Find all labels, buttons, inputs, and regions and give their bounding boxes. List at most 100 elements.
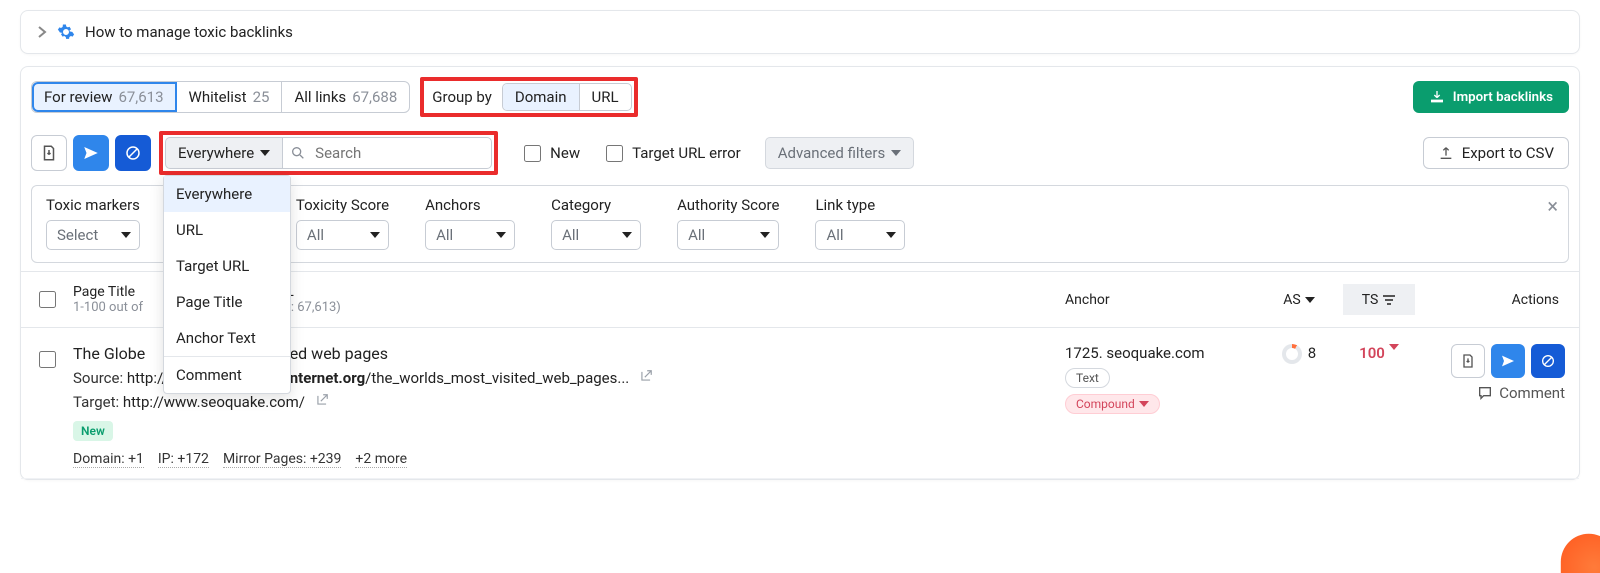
main-card: For review 67,613 Whitelist 25 All links… [20, 66, 1580, 480]
chat-bubble-icon[interactable] [1561, 534, 1600, 573]
filter-authority-label: Authority Score [677, 196, 779, 214]
tab-for-review-count: 67,613 [118, 88, 163, 106]
filter-toxic-markers-select[interactable]: Select [46, 220, 140, 250]
import-backlinks-button[interactable]: Import backlinks [1413, 81, 1569, 113]
filter-anchors-select[interactable]: All [425, 220, 515, 250]
row-export-icon[interactable] [1451, 344, 1485, 378]
howto-title: How to manage toxic backlinks [85, 23, 293, 41]
export-list-icon[interactable] [31, 135, 67, 171]
stat-more[interactable]: +2 more [355, 451, 407, 468]
search-scope-button[interactable]: Everywhere [165, 137, 282, 169]
close-icon[interactable]: × [1547, 194, 1558, 218]
send-icon[interactable] [73, 135, 109, 171]
tab-whitelist[interactable]: Whitelist 25 [177, 82, 283, 112]
filter-authority-select[interactable]: All [677, 220, 779, 250]
scope-option-target-url[interactable]: Target URL [164, 248, 290, 284]
checkbox-target-error[interactable]: Target URL error [602, 142, 741, 165]
ts-value: 100 [1359, 344, 1385, 362]
filter-toxicity-label: Toxicity Score [296, 196, 389, 214]
search-input[interactable] [282, 137, 492, 169]
checkbox-target-error-input[interactable] [606, 145, 623, 162]
as-value: 8 [1308, 344, 1316, 362]
block-icon[interactable] [115, 135, 151, 171]
anchor-type-pill: Text [1065, 368, 1110, 388]
filter-category: Category All [551, 196, 641, 250]
highlight-group-by: Group by Domain URL [420, 77, 637, 117]
search-scope-dropdown: Everywhere URL Target URL Page Title Anc… [163, 175, 291, 394]
tab-for-review-label: For review [44, 88, 112, 106]
tab-all-links-label: All links [294, 88, 346, 106]
scope-option-everywhere[interactable]: Everywhere [164, 176, 290, 212]
row-block-icon[interactable] [1531, 344, 1565, 378]
group-by-segmented: Domain URL [502, 83, 632, 111]
tab-for-review[interactable]: For review 67,613 [32, 82, 177, 112]
filter-category-select[interactable]: All [551, 220, 641, 250]
filter-toxic-markers-label: Toxic markers [46, 196, 140, 214]
export-csv-button[interactable]: Export to CSV [1423, 137, 1569, 169]
external-link-icon[interactable] [315, 393, 329, 407]
sort-icon [1382, 294, 1396, 306]
th-actions: Actions [1415, 292, 1565, 308]
external-link-icon[interactable] [639, 369, 653, 383]
advanced-filters-button[interactable]: Advanced filters [765, 137, 914, 169]
group-by-label: Group by [432, 88, 492, 106]
group-by-domain[interactable]: Domain [503, 84, 580, 110]
checkbox-target-error-label: Target URL error [632, 144, 741, 162]
chevron-right-icon[interactable] [37, 26, 47, 38]
row-send-icon[interactable] [1491, 344, 1525, 378]
filter-link-type-select[interactable]: All [815, 220, 905, 250]
filter-toxicity-select[interactable]: All [296, 220, 389, 250]
howto-card: How to manage toxic backlinks [20, 10, 1580, 54]
filter-toxic-markers: Toxic markers Select [46, 196, 140, 250]
highlight-search: Everywhere Everywhere URL Target URL [159, 131, 498, 175]
chevron-down-icon [260, 150, 270, 156]
export-csv-label: Export to CSV [1462, 144, 1554, 162]
gear-icon [57, 23, 75, 41]
th-as[interactable]: AS [1255, 292, 1343, 308]
tab-all-links-count: 67,688 [352, 88, 397, 106]
anchor-compound-pill[interactable]: Compound [1065, 394, 1160, 414]
scope-option-page-title[interactable]: Page Title [164, 284, 290, 320]
filter-link-type-label: Link type [815, 196, 905, 214]
stat-ip[interactable]: IP: +172 [158, 451, 209, 468]
target-link[interactable]: http://www.seoquake.com/ [123, 393, 305, 411]
filter-anchors-label: Anchors [425, 196, 515, 214]
view-tabs: For review 67,613 Whitelist 25 All links… [31, 81, 410, 113]
chevron-down-icon [891, 150, 901, 156]
filter-authority: Authority Score All [677, 196, 779, 250]
comment-link[interactable]: Comment [1477, 384, 1565, 402]
tab-whitelist-count: 25 [253, 88, 270, 106]
th-anchor: Anchor [1065, 292, 1255, 308]
checkbox-new-input[interactable] [524, 145, 541, 162]
scope-option-anchor-text[interactable]: Anchor Text [164, 320, 290, 356]
advanced-filters-label: Advanced filters [778, 144, 885, 162]
group-by-url[interactable]: URL [580, 84, 631, 110]
tab-all-links[interactable]: All links 67,688 [282, 82, 409, 112]
row-checkbox[interactable] [39, 351, 56, 368]
th-ts[interactable]: TS [1343, 284, 1415, 315]
search-scope-label: Everywhere [178, 144, 254, 162]
row-title: The Globe [73, 344, 145, 363]
target-label: Target: [73, 393, 119, 411]
import-label: Import backlinks [1453, 90, 1553, 105]
source-label: Source: [73, 369, 123, 387]
filter-anchors: Anchors All [425, 196, 515, 250]
stat-domain[interactable]: Domain: +1 [73, 451, 144, 468]
filter-category-label: Category [551, 196, 641, 214]
checkbox-new[interactable]: New [520, 142, 580, 165]
select-all-checkbox[interactable] [39, 291, 56, 308]
chevron-down-icon[interactable] [1389, 344, 1399, 350]
th-as-label: AS [1283, 292, 1300, 308]
chevron-down-icon [1305, 297, 1315, 303]
th-ts-label: TS [1362, 292, 1379, 308]
toolbar-row: Everywhere Everywhere URL Target URL [21, 125, 1579, 185]
search-icon [290, 145, 306, 161]
search-area: Everywhere Everywhere URL Target URL [159, 131, 498, 175]
checkbox-new-label: New [550, 144, 580, 162]
stat-mirror[interactable]: Mirror Pages: +239 [223, 451, 341, 468]
scope-option-comment[interactable]: Comment [164, 356, 290, 393]
anchor-text: 1725. seoquake.com [1065, 344, 1255, 362]
donut-icon [1282, 344, 1302, 364]
filter-link-type: Link type All [815, 196, 905, 250]
scope-option-url[interactable]: URL [164, 212, 290, 248]
